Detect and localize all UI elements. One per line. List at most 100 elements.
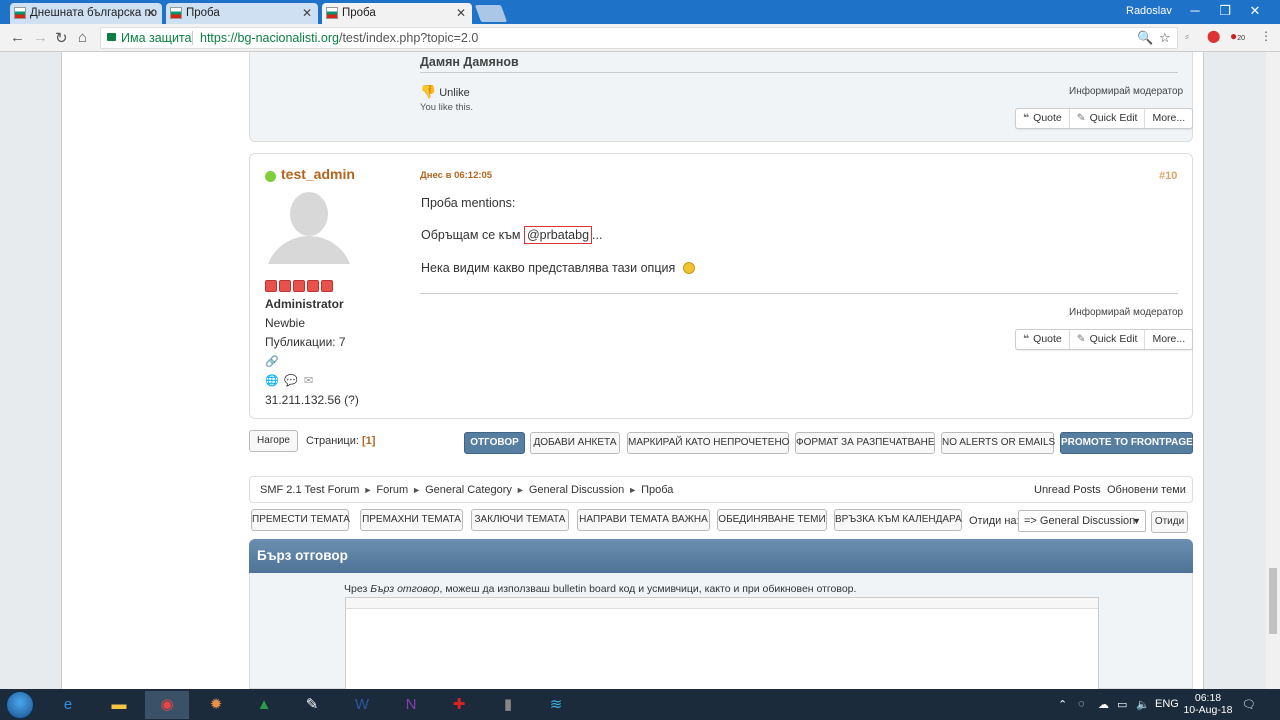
post-date[interactable]: Днес в 06:12:05	[420, 170, 492, 181]
browser-tab-active[interactable]: Проба ✕	[322, 3, 472, 24]
close-tab-icon[interactable]: ✕	[456, 3, 466, 23]
close-window-icon[interactable]: ✕	[1240, 3, 1270, 19]
home-icon[interactable]: ⌂	[78, 29, 87, 46]
post-author[interactable]: test_admin	[281, 166, 355, 182]
clock[interactable]: 06:18 10-Aug-18	[1183, 692, 1233, 716]
show-hidden-icons-icon[interactable]: ⌃	[1058, 698, 1067, 711]
personal-message-icon[interactable]: 💬	[284, 374, 298, 387]
quick-reply-header[interactable]: Бърз отговор	[249, 539, 1193, 573]
windows-taskbar: e ▬ ◉ ✹ ▲ ✎ W N ✚ ▮ ≋ ⌃ ◌ ☁ ▭ 🔈 ENG 06:1…	[0, 689, 1280, 720]
adblock-icon[interactable]: ⬤	[1207, 29, 1220, 43]
thumbs-down-icon: 👎	[420, 84, 437, 99]
app-icon[interactable]: ▲	[242, 691, 286, 719]
report-moderator-link[interactable]: Информирай модератор	[1069, 86, 1183, 97]
go-top-button[interactable]: Нагоре	[249, 430, 298, 452]
volume-icon[interactable]: 🔈	[1136, 698, 1150, 711]
more-button[interactable]: More...	[1144, 109, 1192, 128]
start-button[interactable]	[6, 691, 34, 719]
rank-stars	[265, 280, 333, 292]
app-icon[interactable]: ≋	[534, 691, 578, 719]
extension-icon[interactable]: ⸗	[1185, 29, 1189, 43]
current-page[interactable]: [1]	[362, 435, 375, 447]
lock-icon	[107, 33, 116, 41]
post-action-buttons: ❝ Quote ✎ Quick Edit More...	[1015, 108, 1194, 129]
maximize-icon[interactable]: ❐	[1210, 3, 1240, 19]
input-language[interactable]: ENG	[1155, 698, 1179, 710]
tab-title: Днешната българска по	[30, 7, 158, 19]
sticky-topic-button[interactable]: НАПРАВИ ТЕМАТА ВАЖНА	[577, 509, 710, 531]
breadcrumb: SMF 2.1 Test Forum ► Forum ► General Categor…	[249, 476, 1193, 503]
new-tab-button[interactable]	[474, 5, 508, 22]
zoom-icon[interactable]: 🔍	[1137, 28, 1153, 48]
lock-topic-button[interactable]: ЗАКЛЮЧИ ТЕМАТА	[471, 509, 569, 531]
bookmark-star-icon[interactable]: ☆	[1159, 28, 1171, 48]
post-count: Публикации: 7	[265, 335, 346, 349]
unread-posts-link[interactable]: Unread Posts	[1034, 484, 1101, 496]
breadcrumb-item[interactable]: General Discussion	[529, 484, 624, 496]
file-explorer-icon[interactable]: ▬	[97, 691, 141, 719]
quick-edit-button[interactable]: ✎ Quick Edit	[1068, 330, 1145, 349]
app-icon[interactable]: ✹	[194, 691, 238, 719]
close-tab-icon[interactable]: ✕	[146, 3, 156, 23]
extension-badge-icon[interactable]: ●20	[1230, 29, 1245, 43]
notepad-icon[interactable]: ✎	[290, 691, 334, 719]
clock-time: 06:18	[1194, 692, 1222, 704]
address-bar[interactable]: Има защита https://bg-nacionalisti.org/t…	[100, 27, 1178, 49]
website-icon[interactable]: 🌐	[265, 374, 279, 387]
onenote-icon[interactable]: N	[389, 691, 433, 719]
promote-frontpage-button[interactable]: PROMOTE TO FRONTPAGE	[1060, 432, 1193, 454]
more-button[interactable]: More...	[1144, 330, 1192, 349]
onedrive-icon[interactable]: ☁	[1098, 698, 1109, 711]
star-icon	[307, 280, 319, 292]
browser-tab[interactable]: Проба ✕	[166, 3, 318, 24]
scrollbar-thumb[interactable]	[1269, 568, 1277, 634]
quote-button[interactable]: ❝ Quote	[1016, 330, 1069, 349]
network-icon[interactable]: ▭	[1117, 698, 1127, 711]
language-flag-icon[interactable]: ✚	[437, 691, 481, 719]
report-moderator-link[interactable]: Информирай модератор	[1069, 307, 1183, 318]
page-scrollbar[interactable]	[1266, 52, 1280, 689]
quick-reply-editor[interactable]	[345, 597, 1099, 689]
word-icon[interactable]: W	[340, 691, 384, 719]
chrome-icon[interactable]: ◉	[145, 691, 189, 719]
goto-button[interactable]: Отиди	[1151, 511, 1188, 533]
link-icon[interactable]: 🔗	[265, 355, 279, 368]
security-label: Има защита	[121, 31, 192, 45]
profile-name[interactable]: Radoslav	[1126, 5, 1172, 17]
notifications-icon[interactable]: 🗨	[1242, 698, 1256, 711]
add-poll-button[interactable]: ДОБАВИ АНКЕТА	[530, 432, 620, 454]
menu-icon[interactable]: ⋮	[1260, 29, 1272, 43]
breadcrumb-item[interactable]: Forum	[376, 484, 408, 496]
app-icon[interactable]: ▮	[486, 691, 530, 719]
edit-icon: ✎	[1076, 112, 1086, 124]
minimize-icon[interactable]: ─	[1180, 3, 1210, 18]
updated-topics-link[interactable]: Обновени теми	[1107, 484, 1186, 496]
email-icon[interactable]: ✉	[304, 374, 313, 387]
remove-topic-button[interactable]: ПРЕМАХНИ ТЕМАТА	[360, 509, 463, 531]
back-icon[interactable]: ←	[10, 29, 25, 46]
quick-edit-button[interactable]: ✎ Quick Edit	[1068, 109, 1145, 128]
breadcrumb-item[interactable]: General Category	[425, 484, 512, 496]
edge-icon[interactable]: e	[46, 691, 90, 719]
reload-icon[interactable]: ↻	[55, 29, 68, 47]
mention-link[interactable]: @prbatabg	[523, 226, 593, 244]
calendar-link-button[interactable]: ВРЪЗКА КЪМ КАЛЕНДАРА	[834, 509, 962, 531]
forward-icon[interactable]: →	[33, 29, 48, 46]
goto-board-select[interactable]: => General Discussion ▼	[1018, 510, 1146, 532]
merge-topics-button[interactable]: ОБЕДИНЯВАНЕ ТЕМИ	[717, 509, 827, 531]
print-button[interactable]: ФОРМАТ ЗА РАЗПЕЧАТВАНЕ	[795, 432, 935, 454]
breadcrumb-item[interactable]: Проба	[641, 484, 673, 496]
post-number[interactable]: #10	[1159, 170, 1177, 182]
no-alerts-button[interactable]: NO ALERTS OR EMAILS	[941, 432, 1055, 454]
mark-unread-button[interactable]: МАРКИРАЙ КАТО НЕПРОЧЕТЕНО	[627, 432, 789, 454]
move-topic-button[interactable]: ПРЕМЕСТИ ТЕМАТА	[251, 509, 350, 531]
close-tab-icon[interactable]: ✕	[302, 3, 312, 23]
post-body-line: Проба mentions:	[421, 196, 516, 210]
breadcrumb-item[interactable]: SMF 2.1 Test Forum	[260, 484, 359, 496]
quote-button[interactable]: ❝ Quote	[1016, 109, 1069, 128]
divider	[420, 293, 1178, 294]
tray-icon[interactable]: ◌	[1078, 698, 1085, 710]
reply-button[interactable]: ОТГОВОР	[464, 432, 525, 454]
browser-tab[interactable]: Днешната българска по ✕	[10, 3, 162, 24]
unlike-link[interactable]: 👎 Unlike	[420, 84, 470, 100]
